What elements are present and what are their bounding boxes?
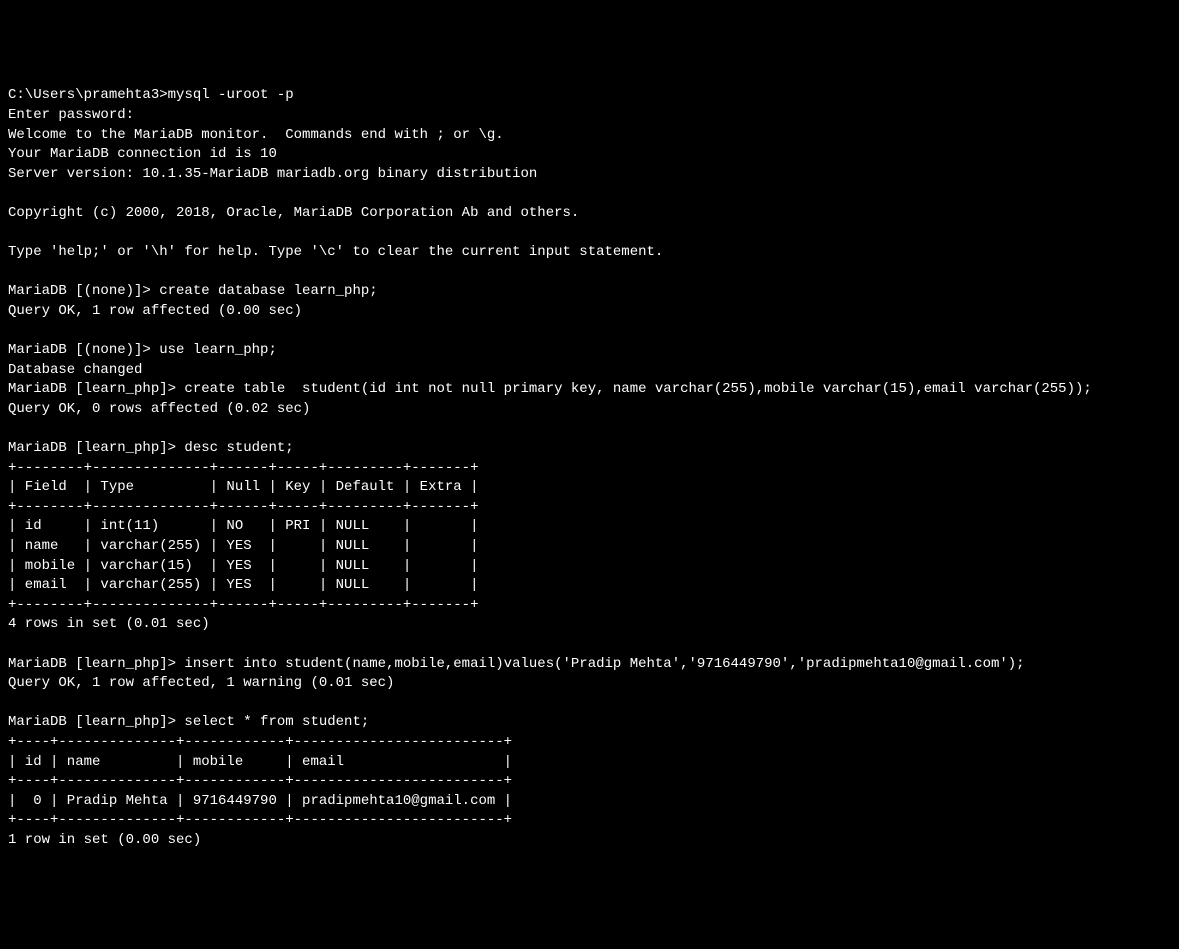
table-header: | id | name | mobile | email | [8, 753, 1171, 773]
table-row: | id | int(11) | NO | PRI | NULL | | [8, 517, 1171, 537]
table-row: | name | varchar(255) | YES | | NULL | | [8, 537, 1171, 557]
output-line: Query OK, 1 row affected, 1 warning (0.0… [8, 674, 1171, 694]
output-line: Copyright (c) 2000, 2018, Oracle, MariaD… [8, 204, 1171, 224]
command-line: MariaDB [learn_php]> desc student; [8, 439, 1171, 459]
table-border: +----+--------------+------------+------… [8, 733, 1171, 753]
blank-line [8, 322, 1171, 342]
table-border: +----+--------------+------------+------… [8, 811, 1171, 831]
output-line: Server version: 10.1.35-MariaDB mariadb.… [8, 165, 1171, 185]
output-line: Query OK, 0 rows affected (0.02 sec) [8, 400, 1171, 420]
table-row: | email | varchar(255) | YES | | NULL | … [8, 576, 1171, 596]
blank-line [8, 694, 1171, 714]
blank-line [8, 419, 1171, 439]
output-line: 4 rows in set (0.01 sec) [8, 615, 1171, 635]
output-line: Database changed [8, 361, 1171, 381]
table-row: | 0 | Pradip Mehta | 9716449790 | pradip… [8, 792, 1171, 812]
command-line: MariaDB [(none)]> use learn_php; [8, 341, 1171, 361]
output-line: Type 'help;' or '\h' for help. Type '\c'… [8, 243, 1171, 263]
output-line: Enter password: [8, 106, 1171, 126]
command-line: C:\Users\pramehta3>mysql -uroot -p [8, 86, 1171, 106]
command-line: MariaDB [learn_php]> create table studen… [8, 380, 1171, 400]
output-line: Query OK, 1 row affected (0.00 sec) [8, 302, 1171, 322]
blank-line [8, 635, 1171, 655]
blank-line [8, 224, 1171, 244]
command-line: MariaDB [learn_php]> insert into student… [8, 655, 1171, 675]
table-border: +----+--------------+------------+------… [8, 772, 1171, 792]
table-border: +--------+--------------+------+-----+--… [8, 459, 1171, 479]
table-border: +--------+--------------+------+-----+--… [8, 498, 1171, 518]
output-line: 1 row in set (0.00 sec) [8, 831, 1171, 851]
blank-line [8, 263, 1171, 283]
output-line: Welcome to the MariaDB monitor. Commands… [8, 126, 1171, 146]
command-line: MariaDB [(none)]> create database learn_… [8, 282, 1171, 302]
output-line: Your MariaDB connection id is 10 [8, 145, 1171, 165]
command-line: MariaDB [learn_php]> select * from stude… [8, 713, 1171, 733]
blank-line [8, 184, 1171, 204]
terminal-output: C:\Users\pramehta3>mysql -uroot -pEnter … [8, 86, 1171, 850]
table-header: | Field | Type | Null | Key | Default | … [8, 478, 1171, 498]
table-row: | mobile | varchar(15) | YES | | NULL | … [8, 557, 1171, 577]
table-border: +--------+--------------+------+-----+--… [8, 596, 1171, 616]
